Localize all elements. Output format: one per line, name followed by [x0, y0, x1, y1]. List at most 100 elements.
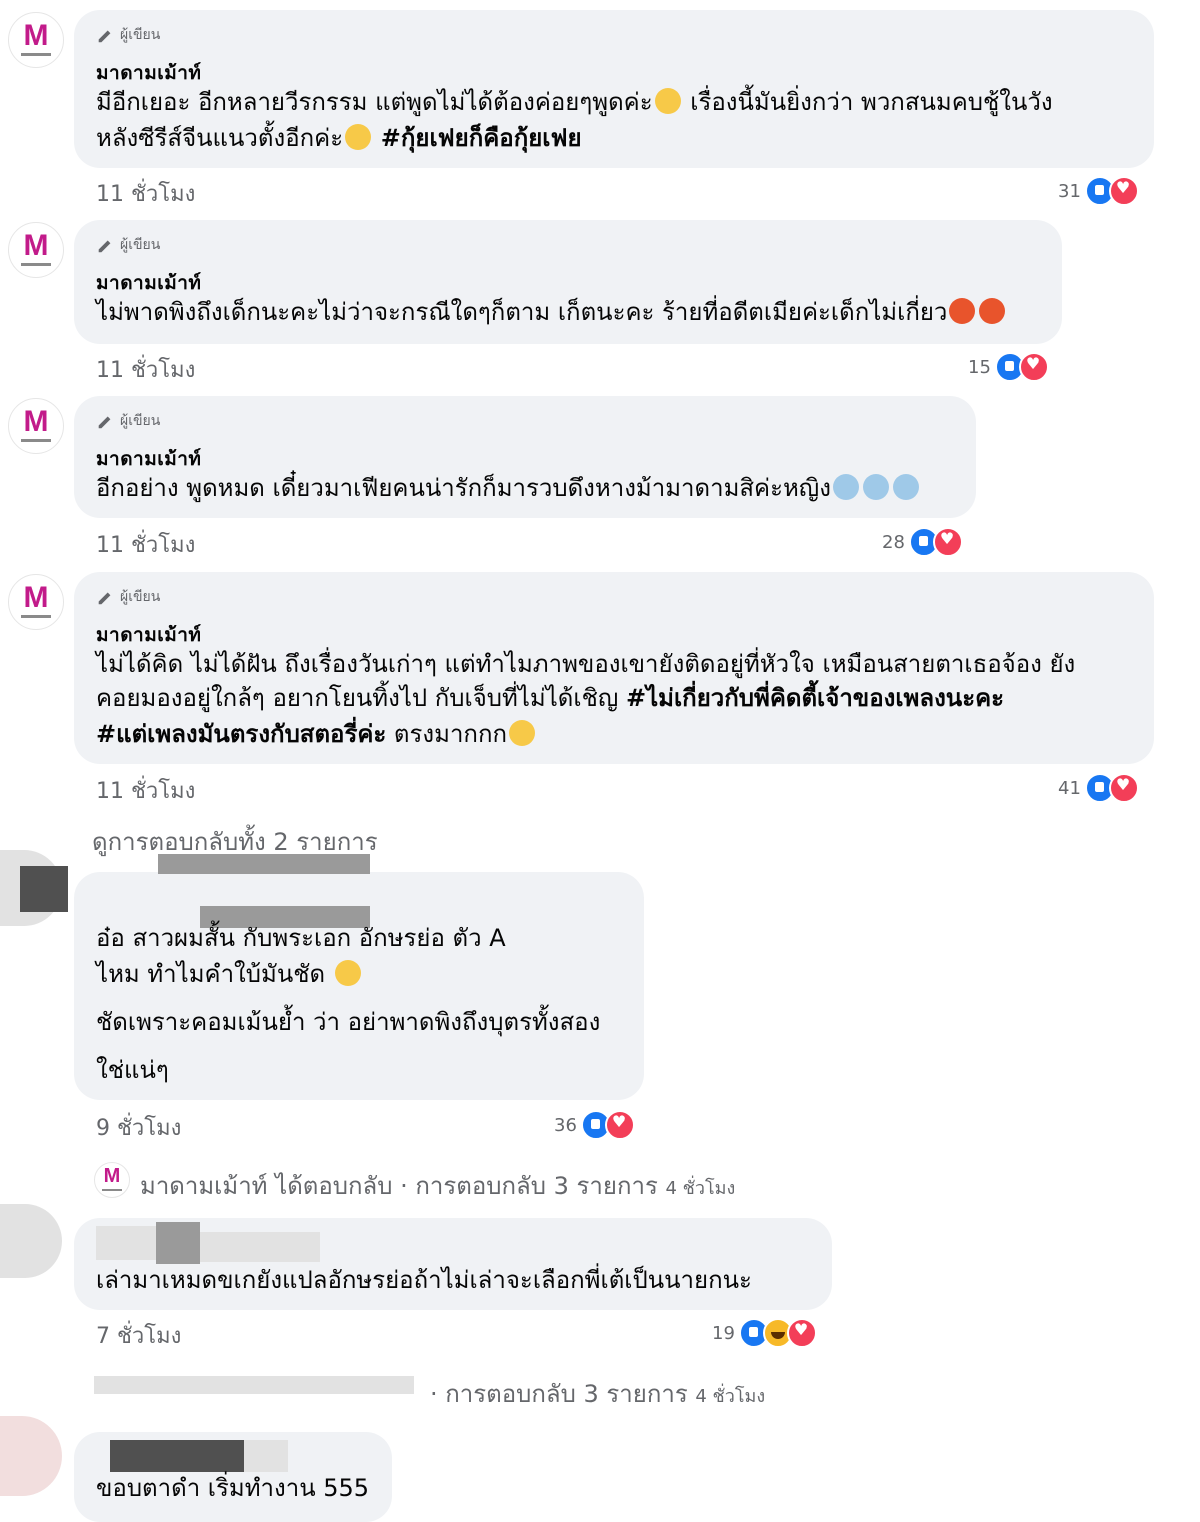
pencil-icon: [98, 240, 111, 253]
page-logo: M: [23, 581, 49, 614]
reply-text: ขอบตาดำ เริ่มทำงาน 555: [96, 1470, 369, 1506]
author-badge: ผู้เขียน: [96, 24, 160, 46]
comment-text: ไม่ได้คิด ไม่ได้ฝัน ถึงเรื่องวันเก่าๆ แต…: [96, 646, 1075, 682]
comment-time[interactable]: 11 ชั่วโมง: [96, 773, 195, 808]
avatar[interactable]: [0, 1204, 62, 1278]
reply-text: ชัดเพราะคอมเม้นย้ำ ว่า อย่าพาดพิงถึงบุตร…: [96, 1004, 600, 1040]
comment-text: คอยมองอยู่ใกล้ๆ อยากโยนทิ้งไป กับเจ็บที่…: [96, 680, 1004, 716]
reply-text-line: ชัดเพราะคอมเม้นย้ำ ว่า อย่าพาดพิงถึงบุตร…: [96, 1008, 601, 1036]
cry-emoji-icon: [892, 474, 919, 500]
hashtag-link[interactable]: #กุ้ยเฟยก็คือกุ้ยเฟย: [381, 124, 582, 152]
comment-text-line: ตรงมากกก: [386, 720, 508, 748]
replied-summary-time: 4 ชั่วโมง: [695, 1386, 766, 1407]
reaction-count: 36: [554, 1114, 577, 1136]
blurred-name: [110, 1440, 244, 1472]
reaction-count: 31: [1058, 180, 1081, 202]
reply-text-line: ใช่แน่ๆ: [96, 1056, 169, 1084]
comment-text-line: อีกอย่าง พูดหมด เดี๋ยวมาเฟียคนน่ารักก็มา…: [96, 474, 831, 502]
pencil-icon: [98, 592, 111, 605]
blurred-name: [244, 1440, 288, 1472]
comment-text: อีกอย่าง พูดหมด เดี๋ยวมาเฟียคนน่ารักก็มา…: [96, 470, 921, 506]
reaction-count: 28: [882, 531, 905, 553]
cry-emoji-icon: [832, 474, 859, 500]
comment-time[interactable]: 11 ชั่วโมง: [96, 527, 195, 562]
replied-summary-text: · การตอบกลับ 3 รายการ: [430, 1380, 688, 1408]
avatar[interactable]: M: [8, 12, 64, 68]
comment-text-line: เรื่องนี้มันยิ่งกว่า พวกสนมคบชู้ในวัง: [682, 88, 1053, 116]
reply-text: ใช่แน่ๆ: [96, 1052, 169, 1088]
smile-emoji-icon: [654, 88, 681, 114]
cry-emoji-icon: [862, 474, 889, 500]
grin-emoji-icon: [345, 124, 372, 150]
author-badge-label: ผู้เขียน: [120, 589, 161, 605]
love-icon: [786, 1318, 817, 1348]
logo-subtext: [21, 439, 51, 442]
reaction-summary[interactable]: 31: [1058, 176, 1139, 206]
avatar[interactable]: M: [8, 222, 64, 278]
reaction-count: 15: [968, 356, 991, 378]
comment-time[interactable]: 11 ชั่วโมง: [96, 352, 195, 387]
avatar[interactable]: M: [8, 398, 64, 454]
author-badge-label: ผู้เขียน: [120, 237, 161, 253]
avatar[interactable]: [0, 1416, 62, 1496]
love-icon: [1108, 773, 1139, 803]
logo-subtext: [102, 1189, 122, 1191]
reaction-summary[interactable]: 15: [968, 352, 1049, 382]
comment-text: มีอีกเยอะ อีกหลายวีรกรรม แต่พูดไม่ได้ต้อ…: [96, 84, 1053, 120]
reaction-summary[interactable]: 36: [554, 1110, 635, 1140]
reply-text-line: ไหม ทำไมคำใบ้มันชัด: [96, 960, 326, 988]
blurred-name: [200, 1232, 320, 1262]
reply-text-line: อ๋อ สาวผมสั้น กับพระเอก อักษรย่อ ตัว A: [96, 924, 506, 952]
angry-emoji-icon: [949, 298, 976, 324]
love-icon: [932, 527, 963, 557]
reply-text: เล่ามาเหมดขเกยังแปลอักษรย่อถ้าไม่เล่าจะเ…: [96, 1262, 752, 1298]
reaction-summary[interactable]: 19: [712, 1318, 817, 1348]
reaction-count: 19: [712, 1322, 735, 1344]
author-badge-label: ผู้เขียน: [120, 27, 161, 43]
page-logo: M: [23, 19, 49, 52]
comment-text-line: คอยมองอยู่ใกล้ๆ อยากโยนทิ้งไป กับเจ็บที่…: [96, 684, 626, 712]
comment-time[interactable]: 11 ชั่วโมง: [96, 176, 195, 211]
author-badge-label: ผู้เขียน: [120, 413, 161, 429]
angry-emoji-icon: [979, 298, 1006, 324]
comment-text-line: มีอีกเยอะ อีกหลายวีรกรรม แต่พูดไม่ได้ต้อ…: [96, 88, 653, 116]
blurred-name: [20, 866, 68, 912]
replied-summary-text: มาดามเม้าท์ ได้ตอบกลับ · การตอบกลับ 3 รา…: [140, 1172, 658, 1200]
replied-summary[interactable]: · การตอบกลับ 3 รายการ 4 ชั่วโมง: [430, 1374, 765, 1413]
author-badge: ผู้เขียน: [96, 234, 160, 256]
logo-subtext: [21, 263, 51, 266]
comment-text-line: หลังซีรีส์จีนแนวตั้งอีกค่ะ: [96, 124, 344, 152]
hashtag-link[interactable]: #แต่เพลงมันตรงกับสตอรี่ค่ะ: [96, 720, 386, 748]
logo-subtext: [21, 53, 51, 56]
reply-text: ไหม ทำไมคำใบ้มันชัด: [96, 956, 363, 992]
page-logo: M: [103, 1165, 121, 1187]
comment-text: หลังซีรีส์จีนแนวตั้งอีกค่ะ #กุ้ยเฟยก็คือ…: [96, 120, 582, 156]
blurred-name: [94, 1376, 414, 1394]
reaction-summary[interactable]: 41: [1058, 773, 1139, 803]
page-logo: M: [23, 229, 49, 262]
blurred-name: [158, 854, 370, 874]
author-badge: ผู้เขียน: [96, 586, 160, 608]
reply-time[interactable]: 7 ชั่วโมง: [96, 1318, 181, 1353]
page-logo: M: [23, 405, 49, 438]
reply-text-line: เล่ามาเหมดขเกยังแปลอักษรย่อถ้าไม่เล่าจะเ…: [96, 1266, 752, 1294]
comment-text: ไม่พาดพิงถึงเด็กนะคะไม่ว่าจะกรณีใดๆก็ตาม…: [96, 294, 1007, 330]
avatar[interactable]: M: [94, 1162, 130, 1198]
reply-time[interactable]: 9 ชั่วโมง: [96, 1110, 181, 1145]
reaction-count: 41: [1058, 777, 1081, 799]
hashtag-link[interactable]: #ไม่เกี่ยวกับพี่คิดตี้เจ้าของเพลงนะคะ: [626, 684, 1004, 712]
replied-summary[interactable]: มาดามเม้าท์ ได้ตอบกลับ · การตอบกลับ 3 รา…: [140, 1166, 735, 1205]
logo-subtext: [21, 615, 51, 618]
love-icon: [604, 1110, 635, 1140]
comment-text-line: ไม่ได้คิด ไม่ได้ฝัน ถึงเรื่องวันเก่าๆ แต…: [96, 650, 1076, 678]
love-icon: [1108, 176, 1139, 206]
pencil-icon: [98, 30, 111, 43]
love-icon: [1018, 352, 1049, 382]
grin-emoji-icon: [509, 720, 536, 746]
avatar[interactable]: M: [8, 574, 64, 630]
author-badge: ผู้เขียน: [96, 410, 160, 432]
blurred-name: [96, 1226, 156, 1260]
reply-text: อ๋อ สาวผมสั้น กับพระเอก อักษรย่อ ตัว A: [96, 920, 506, 956]
blurred-name: [156, 1222, 200, 1264]
reaction-summary[interactable]: 28: [882, 527, 963, 557]
